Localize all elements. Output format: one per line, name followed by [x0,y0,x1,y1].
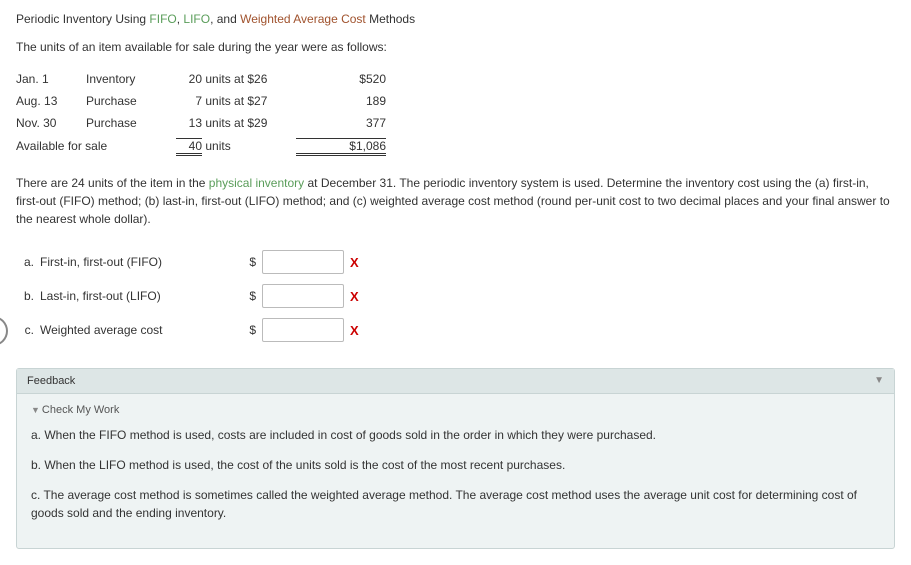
incorrect-mark-icon: X [350,248,365,276]
question-title: Periodic Inventory Using FIFO, LIFO, and… [16,12,895,26]
table-row: Nov. 30 Purchase 13 units at $29 377 [16,112,386,134]
cell-desc: Purchase [86,112,176,134]
feedback-title: Feedback [27,375,75,387]
feedback-panel: Feedback ▼ ▼Check My Work a. When the FI… [16,368,895,549]
cell-date: Jan. 1 [16,68,86,90]
title-text-1: Periodic Inventory Using [16,12,149,26]
title-lifo: LIFO [183,12,210,26]
title-fifo: FIFO [149,12,176,26]
table-total-row: Available for sale 40 units $1,086 [16,134,386,160]
cell-date: Nov. 30 [16,112,86,134]
feedback-body: ▼Check My Work a. When the FIFO method i… [17,394,894,548]
cell-total-amount: $1,086 [296,134,386,160]
currency-symbol: $ [246,282,262,310]
collapse-icon: ▼ [874,375,884,386]
cell-amount: 377 [296,112,386,134]
feedback-line-a: a. When the FIFO method is used, costs a… [31,426,880,444]
title-text-2: Methods [366,12,415,26]
answer-label: First-in, first-out (FIFO) [40,248,246,276]
fifo-input[interactable] [262,250,344,274]
cell-total-label: Available for sale [16,134,176,160]
feedback-line-b: b. When the LIFO method is used, the cos… [31,456,880,474]
cell-total-qty: 40 units [176,134,296,160]
prompt-text-1: There are 24 units of the item in the [16,176,209,190]
intro-text: The units of an item available for sale … [16,40,895,54]
answer-letter: b. [16,282,40,310]
answer-row-fifo: a. First-in, first-out (FIFO) $ X [16,248,365,276]
feedback-line-c: c. The average cost method is sometimes … [31,486,880,522]
answer-row-lifo: b. Last-in, first-out (LIFO) $ X [16,282,365,310]
cell-qty: 13 units at $29 [176,112,296,134]
feedback-header[interactable]: Feedback ▼ [17,369,894,394]
title-sep2: , and [210,12,240,26]
table-row: Jan. 1 Inventory 20 units at $26 $520 [16,68,386,90]
cell-qty: 20 units at $26 [176,68,296,90]
title-wavg: Weighted Average Cost [240,12,366,26]
inventory-table: Jan. 1 Inventory 20 units at $26 $520 Au… [16,68,386,160]
incorrect-mark-icon: X [350,316,365,344]
cell-amount: $520 [296,68,386,90]
lifo-input[interactable] [262,284,344,308]
cell-amount: 189 [296,90,386,112]
incorrect-mark-icon: X [350,282,365,310]
question-prompt: There are 24 units of the item in the ph… [16,174,895,228]
wavg-input[interactable] [262,318,344,342]
physical-inventory-link[interactable]: physical inventory [209,176,304,190]
cell-date: Aug. 13 [16,90,86,112]
answer-letter: c. [16,316,40,344]
answer-label: Last-in, first-out (LIFO) [40,282,246,310]
answer-table: a. First-in, first-out (FIFO) $ X b. Las… [16,242,365,350]
check-my-work-label: Check My Work [42,404,119,416]
currency-symbol: $ [246,316,262,344]
answer-row-wavg: c. Weighted average cost $ X [16,316,365,344]
currency-symbol: $ [246,248,262,276]
cell-desc: Purchase [86,90,176,112]
triangle-icon: ▼ [31,405,40,415]
answer-letter: a. [16,248,40,276]
check-my-work-link[interactable]: ▼Check My Work [31,404,880,416]
page-marker [0,316,8,346]
answer-label: Weighted average cost [40,316,246,344]
table-row: Aug. 13 Purchase 7 units at $27 189 [16,90,386,112]
cell-desc: Inventory [86,68,176,90]
cell-qty: 7 units at $27 [176,90,296,112]
